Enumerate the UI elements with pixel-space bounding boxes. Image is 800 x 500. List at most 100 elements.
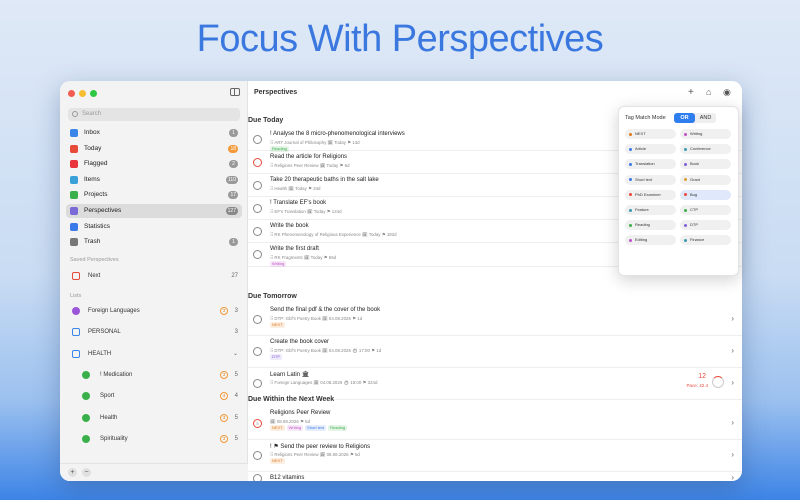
list-item[interactable]: Health 3 5 [66,408,242,428]
sidebar-item-label: Flagged [84,160,108,168]
task-row[interactable]: Send the final pdf & the cover of the bo… [248,304,742,336]
chevron-right-icon[interactable]: › [731,314,734,323]
layers-icon [70,207,78,215]
list-item[interactable]: HEALTH ⌄ [66,344,242,364]
and-option[interactable]: AND [695,113,716,123]
tag-chip[interactable]: Finance [680,235,731,246]
tag-chip-label: Article [635,146,647,152]
search-placeholder: Search [82,111,102,117]
remove-list-button[interactable]: − [82,468,91,477]
tag-chip[interactable]: Reading [625,220,676,231]
task-meta: ⠿ EF's Translation 🗓 Today ⚑ 124d [270,209,342,214]
list-item[interactable]: Foreign Languages 3 3 [66,301,242,321]
list-count: 5 [234,414,238,421]
tag-color-dot [684,193,687,197]
tag-icon[interactable]: ⌂ [706,87,711,97]
task-row[interactable]: B12 vitamins › [248,472,742,481]
perspective-icon [72,272,80,280]
task-checkbox[interactable] [253,451,262,460]
task-checkbox[interactable]: 5 [253,418,262,428]
task-checkbox[interactable] [253,203,262,213]
progress-badge: 3 [220,413,228,422]
task-checkbox[interactable] [253,315,262,324]
minimize-window-button[interactable] [79,90,86,97]
sidebar-item-label: Inbox [84,129,100,136]
chevron-right-icon[interactable]: › [731,346,734,355]
tag-badge: Reading [328,425,348,431]
list-item[interactable]: Sport 4 4 [66,386,242,406]
task-checkbox[interactable] [253,226,262,236]
folder-icon [72,328,80,337]
chevron-right-icon[interactable]: › [731,473,734,481]
sidebar-item-label: Items [84,175,100,183]
list-item[interactable]: PERSONAL 3 [66,322,242,342]
tag-chip-label: Editing [635,237,648,243]
tag-badge: Writing [270,261,287,267]
trash-icon [70,238,78,247]
task-tags: DTP [270,354,284,360]
tag-chip[interactable]: Article [625,144,676,155]
tag-chip[interactable]: DTP [680,220,731,231]
or-option[interactable]: OR [674,113,695,123]
list-item[interactable]: Spirituality 3 5 [66,429,242,449]
zoom-window-button[interactable] [90,90,97,97]
sidebar-item-inbox[interactable]: Inbox 1 [66,126,242,140]
chevron-right-icon[interactable]: › [731,378,734,387]
search-input[interactable]: Search [68,108,240,121]
saved-count: 27 [231,273,238,279]
tag-chip[interactable]: Translation [625,159,676,170]
close-window-button[interactable] [68,90,75,97]
tag-chip[interactable]: Book [680,159,731,170]
sidebar-item-today[interactable]: Today 18 [66,142,242,156]
list-color-icon [82,413,90,422]
tag-match-segmented-control[interactable]: OR AND [674,113,716,123]
sidebar-item-statistics[interactable]: Statistics [66,220,242,234]
lists-heading: Lists [70,293,82,299]
tag-chip[interactable]: Feature [625,205,676,215]
task-checkbox[interactable] [253,474,262,481]
tag-chip[interactable]: CTP [680,205,731,215]
add-icon[interactable]: + [688,87,694,98]
add-list-button[interactable]: + [68,468,77,477]
chart-icon [70,222,78,231]
list-item[interactable]: ! Medication 3 5 [66,365,242,385]
task-row[interactable]: ! ⚑ Send the peer review to Religions ⠿ R… [248,440,742,472]
task-row[interactable]: Create the book cover ⠿ DTP: Gbf's Poetry… [248,336,742,368]
tag-chip[interactable]: Conference [680,144,731,155]
sidebar-item-projects[interactable]: Projects 17 [66,188,242,202]
list-label: PERSONAL [88,329,121,336]
count-badge: 1 [229,238,238,247]
tag-chip[interactable]: Short text [625,174,676,185]
tag-chip[interactable]: PhD Examiner [625,189,676,200]
task-row[interactable]: 5 Religions Peer Review 🗓 08.08.2026 ⚑ 5d N… [248,407,742,440]
list-count: 5 [234,435,238,442]
task-checkbox[interactable] [253,180,262,190]
task-checkbox[interactable] [253,250,262,259]
task-checkbox[interactable] [253,379,262,388]
saved-perspective-next[interactable]: Next 27 [66,266,242,286]
sidebar-toggle-icon[interactable] [230,88,240,96]
saved-label: Next [88,273,101,279]
task-checkbox[interactable] [253,134,262,144]
task-checkbox[interactable] [253,347,262,356]
chevron-right-icon[interactable]: › [731,418,734,427]
sidebar-item-flagged[interactable]: Flagged 2 [66,157,242,171]
tag-chip[interactable]: Writing [680,129,731,139]
grid-icon [70,191,78,200]
task-checkbox[interactable] [253,157,262,167]
eye-icon[interactable]: ◉ [723,87,731,98]
tag-color-dot [629,208,632,212]
tag-chip[interactable]: NEXT [625,129,676,139]
tag-color-dot [684,147,687,151]
tag-chip[interactable]: Bug [680,189,731,200]
tag-chip[interactable]: Editing [625,235,676,246]
sidebar-item-items[interactable]: Items 110 [66,173,242,187]
tag-color-dot [629,132,632,136]
tag-chip[interactable]: Grant [680,174,731,185]
sidebar-item-trash[interactable]: Trash 1 [66,235,242,249]
sidebar-item-perspectives[interactable]: Perspectives 127 [66,204,242,218]
tag-badge: DTP [270,354,282,360]
chevron-right-icon[interactable]: › [731,450,734,459]
tray-icon [70,175,78,184]
tag-color-dot [684,238,687,242]
